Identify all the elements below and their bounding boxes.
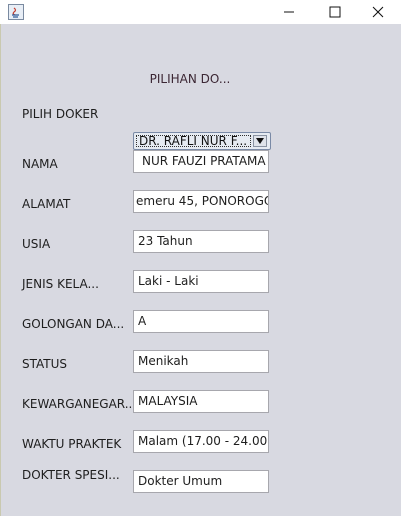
alamat-label: ALAMAT	[22, 197, 71, 211]
minimize-icon	[284, 11, 294, 13]
waktu-praktek-label: WAKTU PRAKTEK	[22, 437, 122, 451]
jenis-kelamin-field[interactable]: Laki - Laki	[133, 270, 269, 293]
form-heading: PILIHAN DO...	[149, 72, 231, 86]
golongan-darah-label: GOLONGAN DA...	[22, 317, 125, 331]
doctor-select-value: DR. RAFLI NUR F...	[139, 134, 248, 148]
close-button[interactable]	[355, 0, 401, 24]
kewarganegaraan-field[interactable]: MALAYSIA	[133, 390, 269, 413]
alamat-field[interactable]: emeru 45, PONOROGO	[133, 190, 269, 213]
kewarganegaraan-label: KEWARGANEGAR...	[22, 397, 137, 411]
window-bottom-edge	[0, 516, 401, 526]
java-app-icon[interactable]	[8, 4, 24, 20]
form-panel: PILIHAN DO... PILIH DOKER DR. RAFLI NUR …	[0, 24, 401, 526]
close-icon	[372, 6, 384, 18]
doctor-select-label: PILIH DOKER	[22, 107, 99, 121]
dropdown-button[interactable]	[253, 135, 267, 147]
usia-field[interactable]: 23 Tahun	[133, 230, 269, 253]
status-label: STATUS	[22, 357, 68, 371]
maximize-button[interactable]	[312, 0, 358, 24]
maximize-icon	[329, 6, 341, 18]
waktu-praktek-field[interactable]: Malam (17.00 - 24.00)	[133, 430, 269, 453]
nama-field[interactable]: NUR FAUZI PRATAMA	[133, 150, 269, 173]
golongan-darah-field[interactable]: A	[133, 310, 269, 333]
dokter-spesialis-label: DOKTER SPESI...	[22, 468, 120, 482]
minimize-button[interactable]	[266, 0, 312, 24]
doctor-select[interactable]: DR. RAFLI NUR F...	[133, 132, 271, 150]
dokter-spesialis-field[interactable]: Dokter Umum	[133, 470, 269, 493]
chevron-down-icon	[256, 138, 264, 144]
usia-label: USIA	[22, 237, 51, 251]
status-field[interactable]: Menikah	[133, 350, 269, 373]
nama-label: NAMA	[22, 157, 58, 171]
jenis-kelamin-label: JENIS KELA...	[22, 277, 99, 291]
title-bar[interactable]	[0, 0, 401, 24]
